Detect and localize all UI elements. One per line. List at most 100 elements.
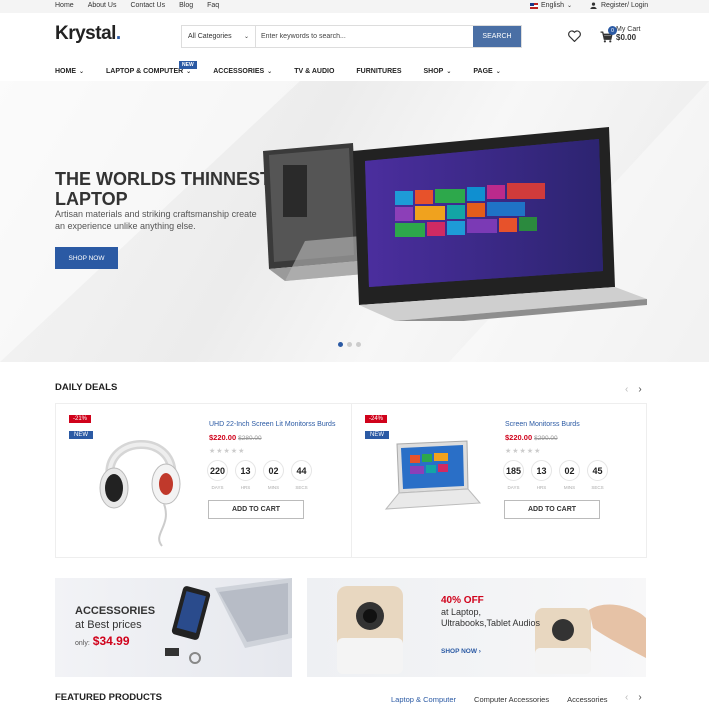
main-nav: HOME ⌄ LAPTOP & COMPUTER ⌄ NEW ACCESSORIES ⌄…	[55, 60, 523, 81]
nav-item-label: ACCESSORIES	[213, 67, 265, 75]
top-link-faq[interactable]: Faq	[207, 2, 219, 9]
banner-price: only: $34.99	[75, 634, 130, 648]
product-name-link[interactable]: Screen Monitorss Burds	[505, 421, 580, 428]
new-badge: NEW	[69, 431, 93, 439]
nav-item-label: LAPTOP & COMPUTER	[106, 67, 184, 75]
next-arrow-icon[interactable]: ›	[638, 384, 641, 395]
wishlist-button[interactable]	[568, 29, 581, 47]
rating-stars: ★★★★★	[209, 448, 246, 455]
top-link-blog[interactable]: Blog	[179, 2, 193, 9]
cart-button[interactable]: 0 My Cart $0.00	[600, 26, 641, 43]
discount-badge: -21%	[69, 415, 92, 423]
slider-dot[interactable]	[347, 342, 352, 347]
shop-now-button[interactable]: SHOP NOW	[55, 247, 118, 269]
countdown-secs: 45	[587, 460, 608, 481]
laptop-product-image[interactable]	[372, 439, 482, 519]
product-price: $220.00 $290.00	[505, 433, 558, 442]
nav-item-tv-audio[interactable]: TV & AUDIO	[294, 68, 334, 75]
header: Krystal. All Categories ⌄ SEARCH 0 My Ca…	[0, 13, 709, 61]
nav-item-label: SHOP	[423, 67, 444, 75]
countdown-days: 220	[207, 460, 228, 481]
hero-subtitle: Artisan materials and striking craftsman…	[55, 209, 257, 231]
account-label: Register/ Login	[601, 2, 649, 9]
slider-dots	[338, 342, 361, 347]
countdown-label: HRS	[240, 485, 251, 490]
chevron-down-icon: ⌄	[446, 68, 452, 75]
deals-arrows: ‹ ›	[625, 384, 642, 395]
hero-slider: THE WORLDS THINNEST LAPTOP Artisan mater…	[0, 81, 709, 362]
tab-computer-accessories[interactable]: Computer Accessories	[474, 695, 549, 704]
account-link[interactable]: Register/ Login	[590, 2, 648, 9]
featured-tabs: Laptop & Computer Computer Accessories A…	[391, 695, 608, 704]
countdown-label: MINS	[267, 485, 280, 490]
top-link-contact[interactable]: Contact Us	[130, 2, 165, 9]
chevron-down-icon: ⌄	[79, 68, 85, 75]
countdown-hours: 13	[235, 460, 256, 481]
add-to-cart-button[interactable]: ADD TO CART	[504, 500, 600, 519]
logo[interactable]: Krystal.	[55, 23, 121, 45]
search-input[interactable]	[256, 26, 473, 47]
countdown-label: SECS	[591, 485, 604, 490]
hero-title: THE WORLDS THINNEST LAPTOP	[55, 169, 271, 209]
product-name-link[interactable]: UHD 22-Inch Screen Lit Monitorss Burds	[209, 421, 335, 428]
prev-arrow-icon[interactable]: ‹	[625, 384, 628, 395]
next-arrow-icon[interactable]: ›	[638, 692, 641, 703]
slider-dot[interactable]	[356, 342, 361, 347]
nav-item-label: TV & AUDIO	[294, 67, 335, 75]
nav-item-furnitures[interactable]: FURNITURES	[356, 68, 401, 75]
featured-arrows: ‹ ›	[625, 692, 642, 703]
countdown-label: DAYS	[211, 485, 224, 490]
only-label: only:	[75, 640, 90, 647]
user-icon	[590, 2, 597, 9]
nav-item-home[interactable]: HOME ⌄	[55, 68, 84, 75]
countdown-label: SECS	[295, 485, 308, 490]
search-bar: All Categories ⌄ SEARCH	[181, 25, 522, 48]
old-price: $290.00	[534, 435, 558, 442]
featured-products-title: FEATURED PRODUCTS	[55, 692, 162, 703]
shop-now-link[interactable]: SHOP NOW ›	[441, 648, 481, 655]
top-bar: Home About Us Contact Us Blog Faq Englis…	[0, 0, 709, 13]
sale-price: $220.00	[209, 433, 237, 442]
headphones-image[interactable]	[92, 426, 192, 551]
discount-badge: -24%	[365, 415, 388, 423]
deal-card: -21% NEW UHD 22-Inch Screen Lit Monitors…	[56, 404, 351, 557]
category-select[interactable]: All Categories ⌄	[182, 26, 256, 47]
nav-item-laptop-computer[interactable]: LAPTOP & COMPUTER ⌄ NEW	[106, 60, 197, 75]
nav-item-label: FURNITURES	[356, 67, 402, 75]
price-value: $34.99	[92, 634, 130, 648]
tab-laptop-computer[interactable]: Laptop & Computer	[391, 695, 456, 704]
chevron-down-icon: ⌄	[186, 68, 192, 75]
deal-card: -24% NEW Screen Monitorss Burds $220.00 $…	[351, 404, 646, 557]
laptop-sale-banner[interactable]: 40% OFF at Laptop, Ultrabooks,Tablet Aud…	[307, 578, 646, 677]
countdown-label: MINS	[563, 485, 576, 490]
add-to-cart-button[interactable]: ADD TO CART	[208, 500, 304, 519]
nav-item-accessories[interactable]: ACCESSORIES ⌄	[213, 68, 272, 75]
prev-arrow-icon[interactable]: ‹	[625, 692, 628, 703]
product-price: $220.00 $280.00	[209, 433, 262, 442]
search-button[interactable]: SEARCH	[473, 26, 521, 47]
slider-dot[interactable]	[338, 342, 343, 347]
countdown-label: DAYS	[507, 485, 520, 490]
countdown-mins: 02	[263, 460, 284, 481]
cart-total: $0.00	[616, 33, 637, 42]
heart-icon	[568, 30, 581, 43]
nav-item-label: HOME	[55, 67, 76, 75]
top-link-about[interactable]: About Us	[88, 2, 117, 9]
deals-carousel: -21% NEW UHD 22-Inch Screen Lit Monitors…	[55, 403, 647, 558]
nav-item-label: PAGE	[473, 67, 493, 75]
chevron-down-icon: ⌄	[243, 34, 249, 40]
nav-item-shop[interactable]: SHOP ⌄	[424, 68, 452, 75]
rating-stars: ★★★★★	[505, 448, 542, 455]
chevron-down-icon: ⌄	[566, 3, 572, 9]
logo-text: Krystal	[55, 23, 116, 44]
language-selector[interactable]: English ⌄	[530, 2, 572, 9]
top-link-home[interactable]: Home	[55, 2, 74, 9]
banner-title: ACCESSORIES	[75, 605, 156, 617]
banner-subtitle: at Laptop, Ultrabooks,Tablet Audios	[441, 607, 541, 628]
category-select-label: All Categories	[188, 33, 232, 40]
accessories-banner[interactable]: ACCESSORIES at Best prices only: $34.99	[55, 578, 292, 677]
tab-accessories[interactable]: Accessories	[567, 695, 607, 704]
new-badge: NEW	[365, 431, 389, 439]
nav-item-page[interactable]: PAGE ⌄	[473, 68, 500, 75]
cart-label: My Cart	[616, 26, 641, 33]
